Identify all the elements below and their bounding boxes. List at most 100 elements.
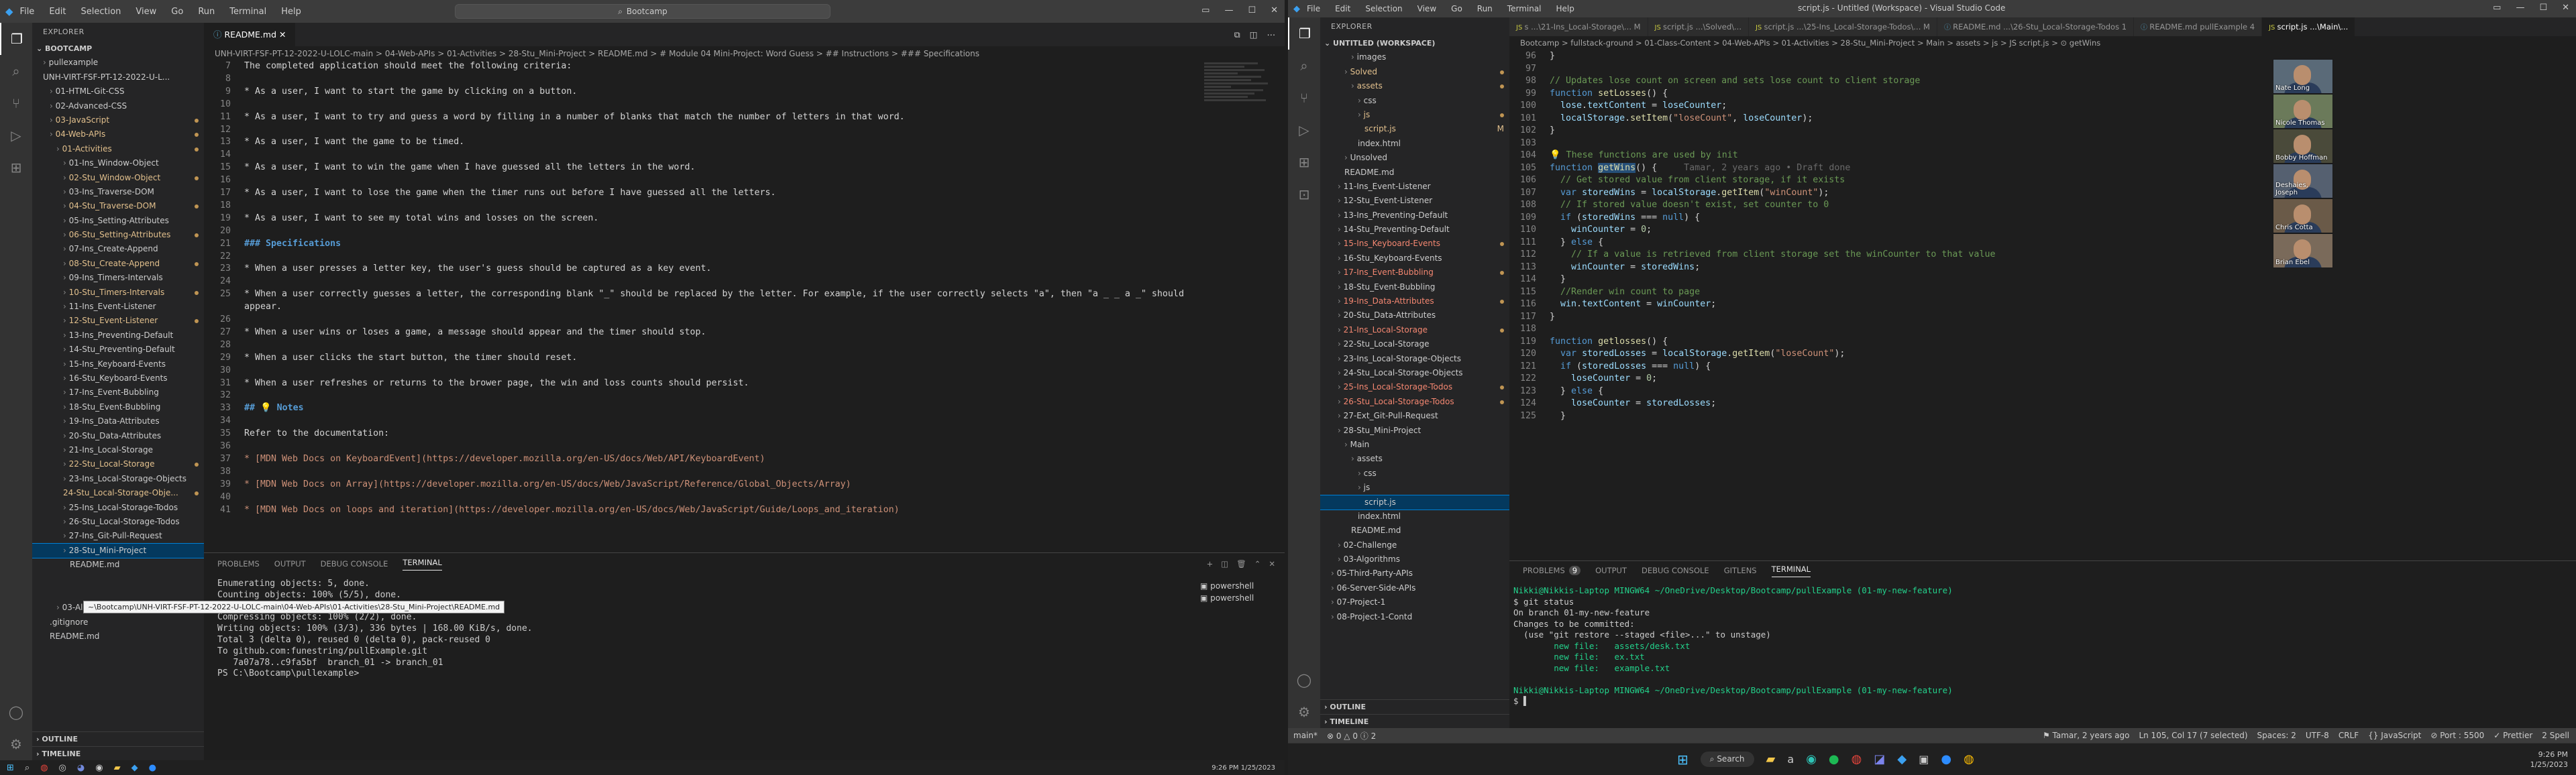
tree-item[interactable]: › 27-Ins_Git-Pull-Request xyxy=(32,529,204,543)
tree-item[interactable]: › 14-Stu_Preventing-Default xyxy=(32,343,204,357)
tree-item[interactable]: › 04-Web-APIs xyxy=(32,127,204,141)
chrome-profile-icon[interactable]: ◍ xyxy=(1964,752,1974,766)
close-icon[interactable]: ✕ xyxy=(279,29,286,40)
tree-item[interactable]: › Solved xyxy=(1320,65,1509,79)
workspace-header[interactable]: ⌄ UNTITLED (WORKSPACE) xyxy=(1320,36,1509,50)
outline-section[interactable]: › OUTLINE xyxy=(1320,699,1509,713)
tree-item[interactable]: › js xyxy=(1320,481,1509,495)
tree-item[interactable]: › 02-Stu_Window-Object xyxy=(32,171,204,185)
status-item[interactable]: UTF-8 xyxy=(2306,731,2329,740)
source-control-icon[interactable]: ⑂ xyxy=(1288,82,1320,114)
terminal-icon[interactable]: ▣ xyxy=(1919,753,1929,766)
breadcrumb[interactable]: Bootcamp > fullstack-ground > 01-Class-C… xyxy=(1509,36,2576,50)
account-icon[interactable]: ◯ xyxy=(1288,664,1320,696)
tree-item[interactable]: › 03-Ins_Traverse-DOM xyxy=(32,185,204,199)
tree-item[interactable]: › 04-Stu_Traverse-DOM xyxy=(32,199,204,213)
tree-item[interactable]: › Unsolved xyxy=(1320,151,1509,165)
tree-item[interactable] xyxy=(32,572,204,586)
tree-item[interactable]: › 22-Stu_Local-Storage xyxy=(32,457,204,471)
menu-item-terminal[interactable]: Terminal xyxy=(227,5,269,18)
menu-item-view[interactable]: View xyxy=(1415,3,1439,15)
tree-item[interactable]: › 01-HTML-Git-CSS xyxy=(32,84,204,99)
status-item[interactable]: ⚑ Tamar, 2 years ago xyxy=(2043,731,2129,740)
tree-item[interactable]: › 25-Ins_Local-Storage-Todos xyxy=(32,501,204,515)
menu-item-go[interactable]: Go xyxy=(168,5,186,18)
tree-item[interactable]: › 07-Ins_Create-Append xyxy=(32,242,204,256)
windows-start-icon[interactable]: ⊞ xyxy=(7,763,14,773)
tree-item[interactable]: README.md xyxy=(1320,166,1509,180)
tree-item[interactable]: › 06-Server-Side-APIs xyxy=(1320,581,1509,595)
explorer-icon[interactable]: ❐ xyxy=(1288,17,1320,50)
close-icon[interactable]: ✕ xyxy=(1271,5,1278,15)
file-explorer-icon[interactable]: ▰ xyxy=(1766,752,1776,766)
extensions-icon[interactable]: ⊞ xyxy=(0,152,32,184)
tree-item[interactable]: › 10-Stu_Timers-Intervals xyxy=(32,286,204,300)
close-icon[interactable]: ✕ xyxy=(1269,559,1275,569)
tree-item[interactable]: › 01-Activities xyxy=(32,142,204,156)
tree-item[interactable]: › 12-Stu_Event-Listener xyxy=(1320,194,1509,208)
participant-tile[interactable]: Nate Long xyxy=(2273,59,2333,94)
tree-item[interactable]: › 23-Ins_Local-Storage-Objects xyxy=(1320,352,1509,366)
run-debug-icon[interactable]: ▷ xyxy=(0,119,32,152)
steam-icon[interactable]: ◎ xyxy=(59,763,66,773)
tree-item[interactable]: UNH-VIRT-FSF-PT-12-2022-U-L... xyxy=(32,70,204,84)
menu-item-file[interactable]: File xyxy=(1304,3,1323,15)
breadcrumb[interactable]: UNH-VIRT-FSF-PT-12-2022-U-LOLC-main > 04… xyxy=(204,46,1285,61)
tree-item[interactable]: › 24-Stu_Local-Storage-Objects xyxy=(1320,366,1509,380)
gear-icon[interactable]: ⚙ xyxy=(0,728,32,760)
panel-tab-problems[interactable]: PROBLEMS xyxy=(217,559,260,569)
more-actions-icon[interactable]: ⋯ xyxy=(1267,29,1276,40)
extensions-icon[interactable]: ⊞ xyxy=(1288,146,1320,178)
right-terminal-output[interactable]: Nikki@Nikkis-Laptop MINGW64 ~/OneDrive/D… xyxy=(1513,585,1953,707)
amazon-icon[interactable]: a xyxy=(1787,753,1794,766)
tree-item[interactable]: › 08-Stu_Create-Append xyxy=(32,257,204,271)
windows-start-icon[interactable]: ⊞ xyxy=(1677,752,1688,768)
tab-readme[interactable]: ⓘ README.md ✕ xyxy=(204,23,297,46)
menu-item-edit[interactable]: Edit xyxy=(1332,3,1353,15)
tree-item[interactable]: › 22-Stu_Local-Storage xyxy=(1320,337,1509,351)
menu-item-go[interactable]: Go xyxy=(1448,3,1465,15)
menu-item-edit[interactable]: Edit xyxy=(46,5,68,18)
tree-item[interactable]: › 02-Advanced-CSS xyxy=(32,99,204,113)
status-item[interactable]: ⊘ Port : 5500 xyxy=(2430,731,2484,740)
editor-tab[interactable]: ⓘ README.md pullExample 4 xyxy=(2134,17,2263,36)
timeline-section[interactable]: › TIMELINE xyxy=(1320,713,1509,728)
tree-item[interactable]: › 05-Ins_Setting-Attributes xyxy=(32,214,204,228)
chevron-up-icon[interactable]: ⌃ xyxy=(1254,559,1261,569)
tree-item[interactable]: › 03-Algorithms xyxy=(1320,552,1509,567)
tree-item[interactable]: › 19-Ins_Data-Attributes xyxy=(1320,294,1509,308)
workspace-header[interactable]: ⌄ BOOTCAMP xyxy=(32,42,204,56)
zoom-icon[interactable]: ● xyxy=(1941,752,1951,766)
tree-item[interactable]: › 15-Ins_Keyboard-Events xyxy=(32,357,204,371)
tree-item[interactable]: › 20-Stu_Data-Attributes xyxy=(1320,308,1509,322)
search-icon[interactable]: ⌕ xyxy=(25,763,30,773)
obs-icon[interactable]: ◉ xyxy=(95,763,103,773)
trash-icon[interactable]: 🗑 xyxy=(1236,559,1246,569)
tree-item[interactable]: script.js xyxy=(1320,494,1509,510)
tree-item[interactable]: › 07-Project-1 xyxy=(1320,595,1509,609)
editor-tab[interactable]: ⓘ README.md ...\26-Stu_Local-Storage-Tod… xyxy=(1937,17,2135,36)
status-item[interactable]: main* xyxy=(1293,731,1318,740)
account-icon[interactable]: ◯ xyxy=(0,696,32,728)
panel-tab-output[interactable]: OUTPUT xyxy=(274,559,306,569)
tree-item[interactable]: › 20-Stu_Data-Attributes xyxy=(32,429,204,443)
split-editor-icon[interactable]: ◫ xyxy=(1250,29,1258,40)
add-terminal-icon[interactable]: + xyxy=(1207,559,1214,569)
tree-item[interactable]: › 25-Ins_Local-Storage-Todos xyxy=(1320,380,1509,394)
menu-item-help[interactable]: Help xyxy=(1554,3,1577,15)
tree-item[interactable]: README.md xyxy=(1320,524,1509,538)
explorer-icon[interactable]: ❐ xyxy=(0,23,32,55)
tree-item[interactable]: › css xyxy=(1320,94,1509,108)
remote-explorer-icon[interactable]: ⊡ xyxy=(1288,178,1320,211)
layout-icon[interactable]: ▭ xyxy=(1201,5,1210,15)
tree-item[interactable]: › js xyxy=(1320,108,1509,122)
menu-item-selection[interactable]: Selection xyxy=(1362,3,1405,15)
tree-item[interactable]: › 17-Ins_Event-Bubbling xyxy=(32,385,204,400)
menu-item-view[interactable]: View xyxy=(133,5,159,18)
run-debug-icon[interactable]: ▷ xyxy=(1288,114,1320,146)
panel-tab-debug-console[interactable]: DEBUG CONSOLE xyxy=(321,559,388,569)
file-explorer-icon[interactable]: ▰ xyxy=(114,763,121,773)
tree-item[interactable]: › 08-Project-1-Contd xyxy=(1320,610,1509,624)
status-item[interactable]: 2 Spell xyxy=(2542,731,2569,740)
tree-item[interactable]: › 02-Challenge xyxy=(1320,538,1509,552)
